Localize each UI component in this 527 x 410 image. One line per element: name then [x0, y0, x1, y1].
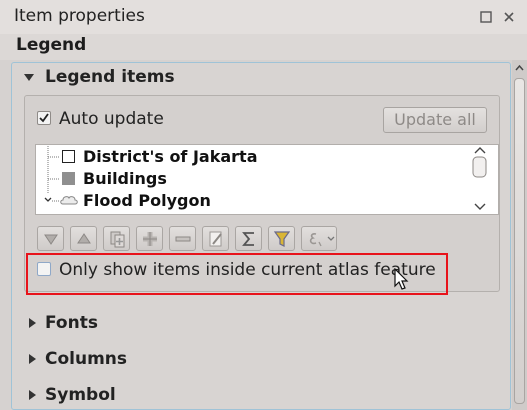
collapsed-arrow-icon[interactable]	[29, 390, 36, 400]
empty-square-icon	[62, 150, 75, 163]
update-all-button[interactable]: Update all	[383, 107, 487, 133]
move-down-button[interactable]	[37, 226, 64, 251]
sum-icon	[241, 231, 254, 246]
float-panel-icon[interactable]	[480, 8, 492, 23]
move-up-button[interactable]	[70, 226, 97, 251]
add-item-button[interactable]	[136, 226, 163, 251]
symbol-section-label[interactable]: Symbol	[45, 385, 116, 405]
sum-button[interactable]	[235, 226, 262, 251]
add-group-button[interactable]	[103, 226, 130, 251]
expanded-arrow-icon[interactable]	[24, 74, 34, 81]
expression-filter-button[interactable]	[301, 226, 337, 251]
only-show-atlas-label[interactable]: Only show items inside current atlas fea…	[59, 260, 436, 280]
tree-item-label: District's of Jakarta	[83, 147, 258, 166]
add-group-icon	[110, 231, 124, 247]
legend-title: Legend	[16, 35, 87, 55]
tree-scrollbar[interactable]	[471, 145, 498, 214]
collapsed-arrow-icon[interactable]	[29, 354, 36, 364]
legend-items-label[interactable]: Legend items	[45, 67, 175, 87]
add-item-icon	[142, 231, 157, 246]
only-show-atlas-checkbox[interactable]	[37, 262, 51, 276]
tree-item[interactable]: Flood Polygon	[36, 190, 466, 212]
collapsed-arrow-icon[interactable]	[29, 318, 36, 328]
move-down-icon	[43, 234, 58, 245]
auto-update-label: Auto update	[59, 109, 164, 129]
scroll-up-icon[interactable]	[512, 60, 527, 76]
filter-button[interactable]	[268, 226, 295, 251]
tree-item-label: Flood Polygon	[83, 191, 211, 210]
close-panel-icon[interactable]	[503, 8, 515, 22]
scrollbar-thumb[interactable]	[514, 78, 525, 404]
edit-icon	[209, 231, 222, 246]
move-up-icon	[76, 232, 91, 243]
expression-icon	[309, 232, 335, 246]
fonts-section-label[interactable]: Fonts	[45, 313, 98, 333]
remove-item-button[interactable]	[169, 226, 196, 251]
edit-button[interactable]	[202, 226, 229, 251]
auto-update-checkbox[interactable]	[37, 111, 51, 125]
tree-item-label: Buildings	[83, 169, 167, 188]
legend-tree[interactable]: District's of Jakarta Buildings Flood Po…	[35, 144, 499, 215]
columns-section-label[interactable]: Columns	[45, 349, 127, 369]
cloud-shape-icon	[60, 196, 78, 205]
remove-item-icon	[175, 236, 190, 241]
panel-title: Item properties	[14, 6, 145, 26]
gray-square-icon	[62, 172, 75, 185]
filter-icon	[273, 230, 290, 247]
tree-item[interactable]: Buildings	[36, 168, 466, 190]
mouse-cursor-icon	[394, 268, 409, 290]
tree-item[interactable]: District's of Jakarta	[36, 146, 466, 168]
